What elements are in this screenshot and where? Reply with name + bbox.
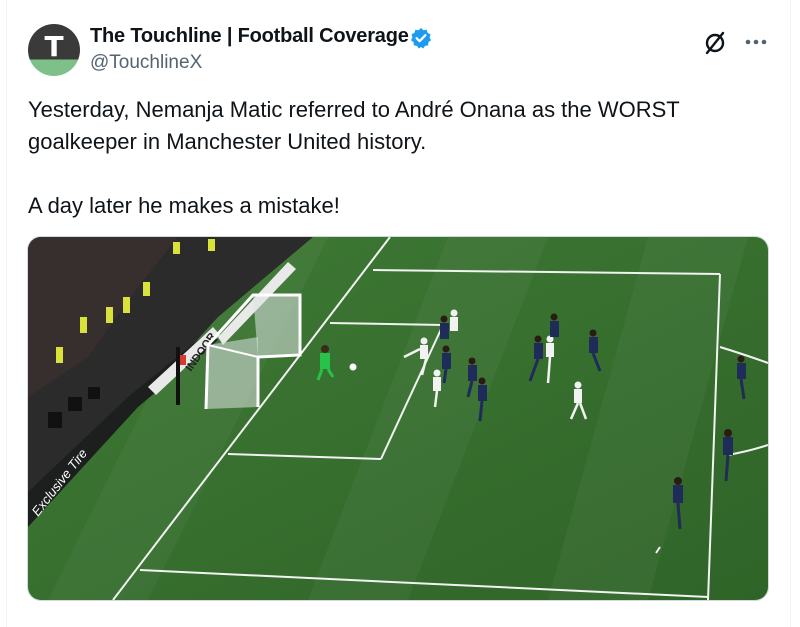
avatar[interactable]: T <box>28 24 80 76</box>
more-icon[interactable] <box>742 30 770 54</box>
tweet-text-line-3: A day later he makes a mistake! <box>28 193 340 218</box>
card-border-left <box>6 0 7 627</box>
author-display-name[interactable]: The Touchline | Football Coverage <box>90 25 409 48</box>
grok-icon[interactable] <box>700 28 730 58</box>
tweet-media[interactable]: Exclusive Tire INDOOR <box>27 236 769 601</box>
author-handle[interactable]: @TouchlineX <box>90 52 202 74</box>
match-photo: Exclusive Tire INDOOR <box>28 237 768 600</box>
tweet-text-line-2: goalkeeper in Manchester United history. <box>28 129 427 154</box>
tweet-text-line-1: Yesterday, Nemanja Matic referred to And… <box>28 97 680 122</box>
card-border-right <box>790 0 791 627</box>
tweet-card: T The Touchline | Football Coverage @Tou… <box>0 0 800 627</box>
verified-badge-icon <box>411 28 431 49</box>
avatar-letter: T <box>44 30 64 63</box>
ball <box>349 363 357 371</box>
